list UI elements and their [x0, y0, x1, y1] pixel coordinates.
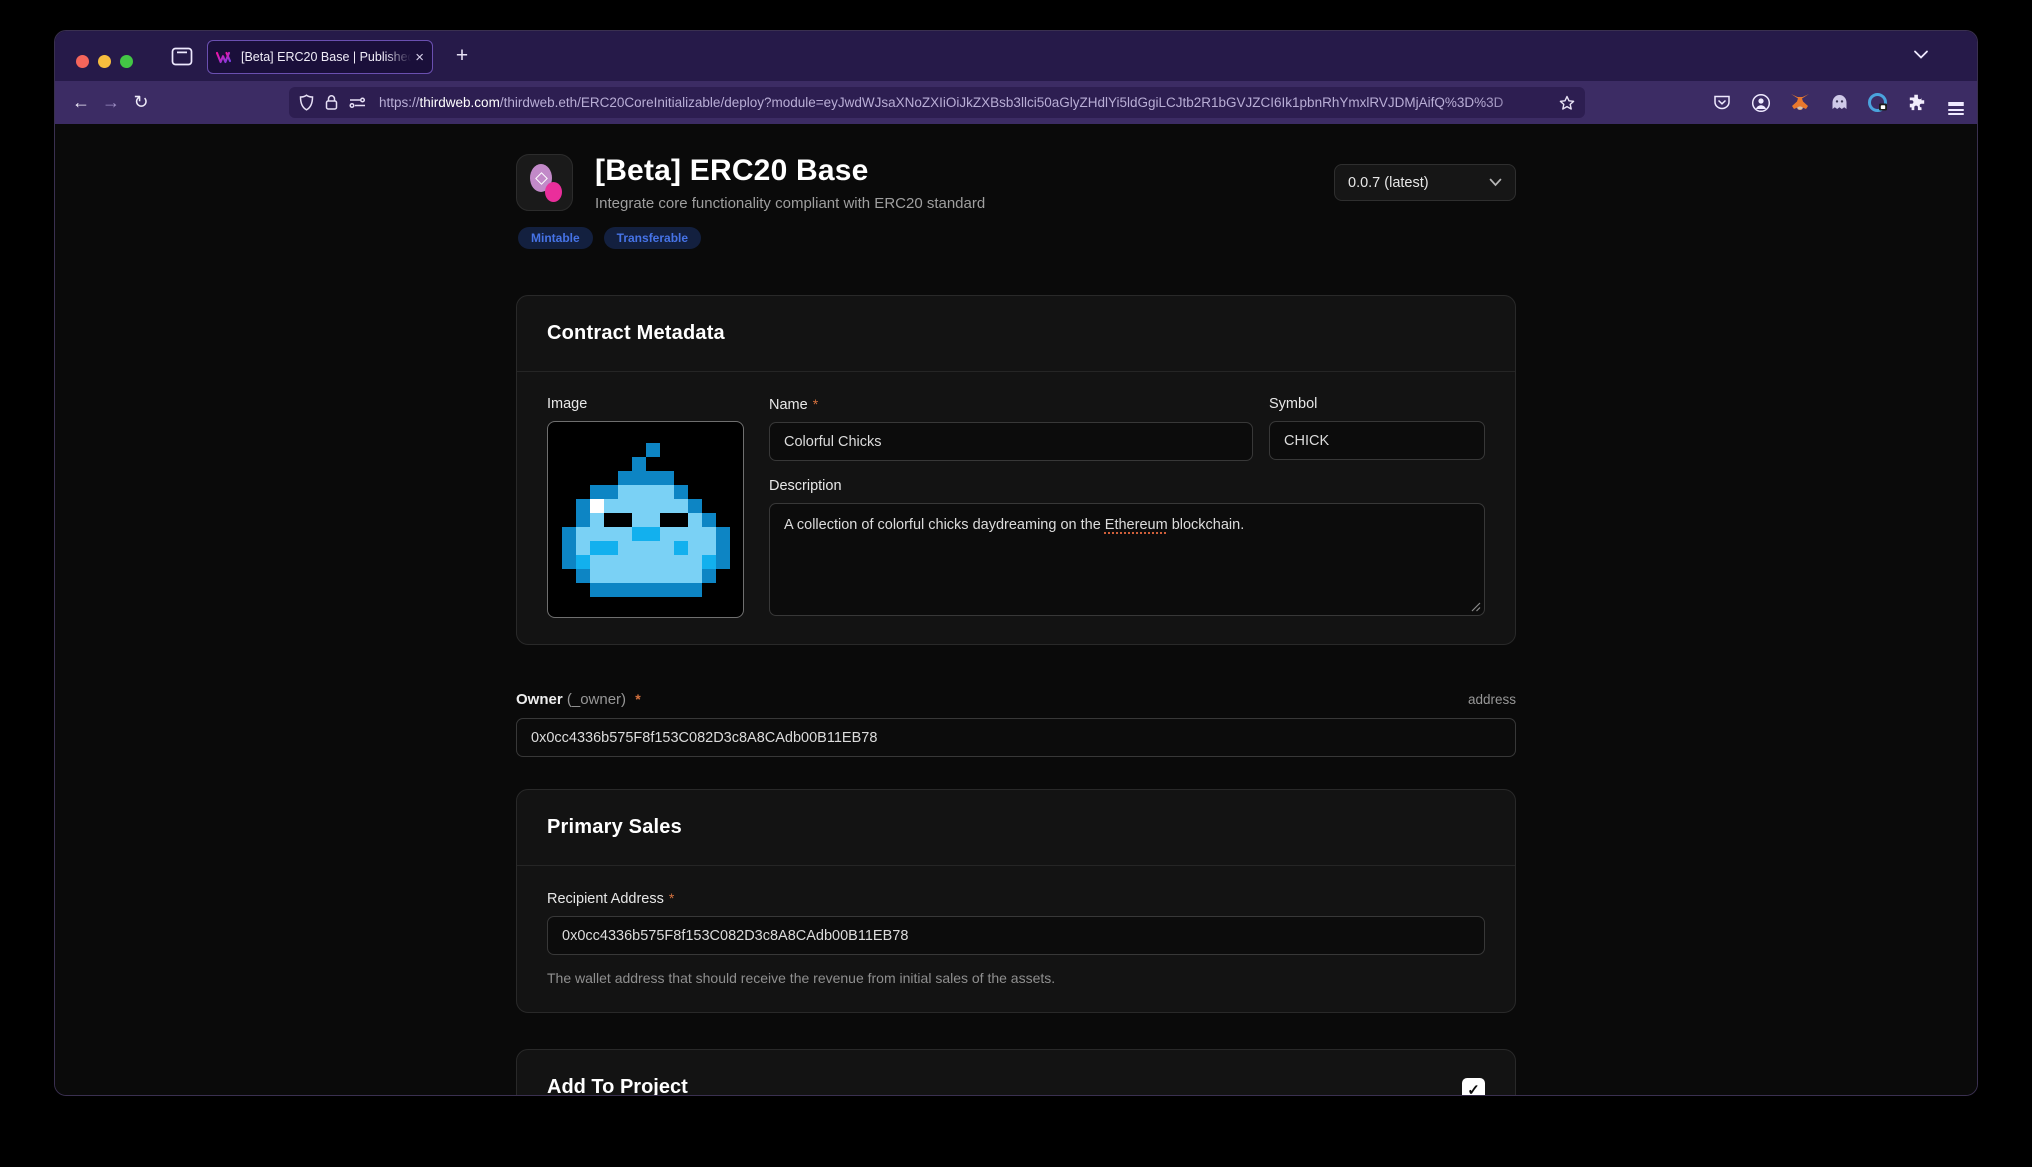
pocket-icon[interactable] — [1711, 92, 1733, 114]
owner-type-hint: address — [1468, 692, 1516, 707]
toolbar-extensions-area — [1711, 81, 1967, 124]
wallet-extension-icon[interactable] — [1867, 92, 1889, 114]
tab-title: [Beta] ERC20 Base | Published S — [241, 50, 411, 64]
window-controls — [76, 55, 133, 68]
new-tab-button[interactable]: + — [448, 43, 476, 71]
add-to-project-card: Add To Project Save the deployed contrac… — [516, 1049, 1516, 1096]
account-icon[interactable] — [1750, 92, 1772, 114]
bookmark-star-icon[interactable] — [1559, 95, 1575, 111]
extensions-puzzle-icon[interactable] — [1906, 92, 1928, 114]
symbol-input[interactable] — [1269, 421, 1485, 460]
page-title: [Beta] ERC20 Base — [595, 154, 1334, 188]
tab-bar: [Beta] ERC20 Base | Published S × + — [55, 31, 1977, 81]
add-to-project-checkbox[interactable]: ✓ — [1462, 1078, 1485, 1096]
close-window-button[interactable] — [76, 55, 89, 68]
image-preview-sprite — [548, 443, 744, 597]
resize-handle[interactable] — [1470, 601, 1481, 612]
badge-transferable: Transferable — [604, 227, 701, 249]
menu-hamburger-icon[interactable] — [1945, 92, 1967, 114]
connection-lock-icon[interactable] — [325, 94, 338, 111]
recipient-helper-text: The wallet address that should receive t… — [547, 970, 1485, 986]
checkmark-icon: ✓ — [1467, 1081, 1480, 1097]
metamask-icon[interactable] — [1789, 92, 1811, 114]
close-tab-icon[interactable]: × — [415, 49, 424, 66]
browser-window: [Beta] ERC20 Base | Published S × + ← → … — [54, 30, 1978, 1096]
contract-logo — [516, 154, 573, 211]
address-bar[interactable]: https://thirdweb.com/thirdweb.eth/ERC20C… — [289, 87, 1585, 118]
list-all-tabs-icon[interactable] — [1913, 49, 1929, 60]
section-heading-add-to-project: Add To Project — [547, 1076, 1020, 1096]
version-dropdown[interactable]: 0.0.7 (latest) — [1334, 164, 1516, 201]
primary-sales-card: Primary Sales Recipient Address * The wal… — [516, 789, 1516, 1013]
chevron-down-icon — [1489, 178, 1502, 187]
misspelled-word: Ethereum — [1105, 517, 1168, 533]
forward-button[interactable]: → — [96, 88, 126, 118]
page-content: [Beta] ERC20 Base Integrate core functio… — [55, 124, 1977, 1096]
description-textarea[interactable]: A collection of colorful chicks daydream… — [769, 503, 1485, 616]
publish-header: [Beta] ERC20 Base Integrate core functio… — [516, 154, 1516, 212]
image-label: Image — [547, 396, 587, 412]
required-asterisk: * — [635, 691, 640, 707]
version-value: 0.0.7 (latest) — [1348, 175, 1429, 191]
recipient-address-input[interactable] — [547, 916, 1485, 955]
phantom-ghost-icon[interactable] — [1828, 92, 1850, 114]
name-label: Name — [769, 397, 808, 413]
permissions-sliders-icon[interactable] — [349, 96, 366, 109]
owner-label: Owner — [516, 691, 563, 708]
url-text: https://thirdweb.com/thirdweb.eth/ERC20C… — [379, 95, 1553, 110]
url-toolbar: ← → ↻ — [55, 81, 1977, 124]
owner-field-section: Owner (_owner) * address — [516, 691, 1516, 757]
section-heading-primary-sales: Primary Sales — [547, 816, 1485, 839]
logo-dot-icon — [545, 182, 562, 202]
name-input[interactable] — [769, 422, 1253, 461]
thirdweb-favicon-icon — [216, 49, 233, 66]
section-heading-contract-metadata: Contract Metadata — [547, 322, 1485, 345]
badge-mintable: Mintable — [518, 227, 593, 249]
browser-tab[interactable]: [Beta] ERC20 Base | Published S × — [207, 40, 433, 74]
tracking-shield-icon[interactable] — [299, 94, 314, 111]
owner-address-input[interactable] — [516, 718, 1516, 757]
symbol-label: Symbol — [1269, 396, 1317, 412]
owner-param-name: (_owner) — [567, 691, 626, 708]
firefox-view-icon[interactable] — [171, 47, 193, 66]
maximize-window-button[interactable] — [120, 55, 133, 68]
back-button[interactable]: ← — [66, 88, 96, 118]
extension-badges: Mintable Transferable — [518, 227, 1516, 249]
page-subtitle: Integrate core functionality compliant w… — [595, 195, 1334, 212]
required-asterisk: * — [669, 890, 674, 906]
minimize-window-button[interactable] — [98, 55, 111, 68]
recipient-address-label: Recipient Address — [547, 891, 664, 907]
description-label: Description — [769, 478, 842, 494]
required-asterisk: * — [813, 396, 818, 412]
contract-metadata-card: Contract Metadata Image — [516, 295, 1516, 645]
image-upload-preview[interactable] — [547, 421, 744, 618]
reload-button[interactable]: ↻ — [126, 88, 156, 118]
